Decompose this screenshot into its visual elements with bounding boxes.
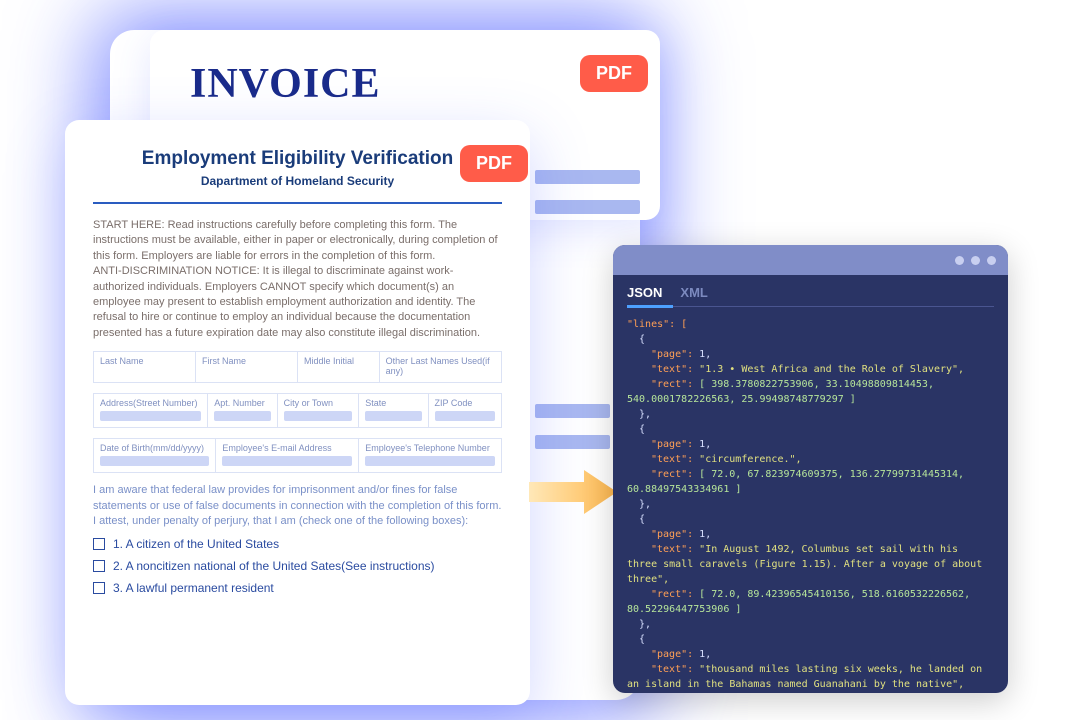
arrow-icon (529, 467, 619, 517)
checkbox-row[interactable]: 2. A noncitizen national of the United S… (93, 559, 502, 573)
field-label: Apt. Number (214, 398, 265, 408)
code-text: "text": (627, 664, 693, 675)
checkbox-label: 3. A lawful permanent resident (113, 581, 274, 595)
code-text: { (639, 334, 645, 345)
form-title: Employment Eligibility Verification (93, 148, 502, 170)
window-titlebar (613, 245, 1008, 275)
code-text: "text": (651, 364, 693, 375)
field-label: Last Name (100, 356, 144, 366)
code-text: { (639, 634, 645, 645)
code-text: "rect": (627, 469, 693, 480)
code-text: "circumference.", (693, 454, 801, 465)
field-label: Employee's E-mail Address (222, 443, 331, 453)
form-fields-row: Address(Street Number) Apt. Number City … (93, 393, 502, 428)
code-body: "lines": [ { "page": 1, "text": "1.3 • W… (613, 307, 1008, 693)
code-text: "page": (651, 529, 693, 540)
window-dot-icon (971, 256, 980, 265)
field-label: Address(Street Number) (100, 398, 198, 408)
window-dot-icon (987, 256, 996, 265)
code-text: }, (639, 499, 651, 510)
checkbox-row[interactable]: 3. A lawful permanent resident (93, 581, 502, 595)
field-label: State (365, 398, 386, 408)
form-fields-row: Last Name First Name Middle Initial Othe… (93, 351, 502, 383)
checkbox-icon (93, 560, 105, 572)
invoice-field-bar (535, 435, 610, 449)
code-text: 1, (693, 529, 711, 540)
code-text: { (639, 514, 645, 525)
code-text: 1, (693, 349, 711, 360)
code-tabs: JSON XML (613, 275, 1008, 300)
checkbox-icon (93, 538, 105, 550)
checkbox-icon (93, 582, 105, 594)
form-subtitle: Dapartment of Homeland Security (93, 174, 502, 188)
form-paragraph: START HERE: Read instructions carefully … (93, 218, 502, 264)
form-fields-row: Date of Birth(mm/dd/yyyy) Employee's E-m… (93, 438, 502, 473)
field-label: City or Town (284, 398, 333, 408)
tab-underline (627, 306, 994, 307)
code-text: }, (639, 619, 651, 630)
field-label: Employee's Telephone Number (365, 443, 490, 453)
form-paragraph: I attest, under penalty of perjury, that… (93, 514, 502, 529)
checkbox-row[interactable]: 1. A citizen of the United States (93, 537, 502, 551)
code-text: "lines": [ (627, 319, 687, 330)
code-text: { (639, 424, 645, 435)
window-dot-icon (955, 256, 964, 265)
field-label: First Name (202, 356, 246, 366)
code-text: 1, (693, 649, 711, 660)
tab-json[interactable]: JSON (627, 285, 662, 300)
form-paragraph: ANTI-DISCRIMINATION NOTICE: It is illega… (93, 264, 502, 341)
field-label: Middle Initial (304, 356, 354, 366)
pdf-badge: PDF (460, 145, 528, 182)
code-text: "page": (651, 439, 693, 450)
code-text: "text": (651, 454, 693, 465)
code-window: JSON XML "lines": [ { "page": 1, "text":… (613, 245, 1008, 693)
invoice-field-bar (535, 404, 610, 418)
tab-xml[interactable]: XML (680, 285, 707, 300)
invoice-field-bar (535, 200, 640, 214)
divider (93, 202, 502, 204)
code-text: "rect": (627, 589, 693, 600)
form-paragraph: I am aware that federal law provides for… (93, 483, 502, 514)
checkbox-label: 1. A citizen of the United States (113, 537, 279, 551)
checkbox-label: 2. A noncitizen national of the United S… (113, 559, 435, 573)
code-text: "1.3 • West Africa and the Role of Slave… (693, 364, 964, 375)
pdf-badge: PDF (580, 55, 648, 92)
invoice-title: INVOICE (190, 60, 620, 108)
invoice-field-bar (535, 170, 640, 184)
code-text: 1, (693, 439, 711, 450)
code-text: "rect": (627, 379, 693, 390)
field-label: Other Last Names Used(if any) (386, 356, 490, 376)
form-document: Employment Eligibility Verification Dapa… (65, 120, 530, 705)
field-label: Date of Birth(mm/dd/yyyy) (100, 443, 204, 453)
code-text: "page": (651, 649, 693, 660)
code-text: "page": (651, 349, 693, 360)
code-text: "text": (627, 544, 693, 555)
code-text: }, (639, 409, 651, 420)
field-label: ZIP Code (435, 398, 473, 408)
